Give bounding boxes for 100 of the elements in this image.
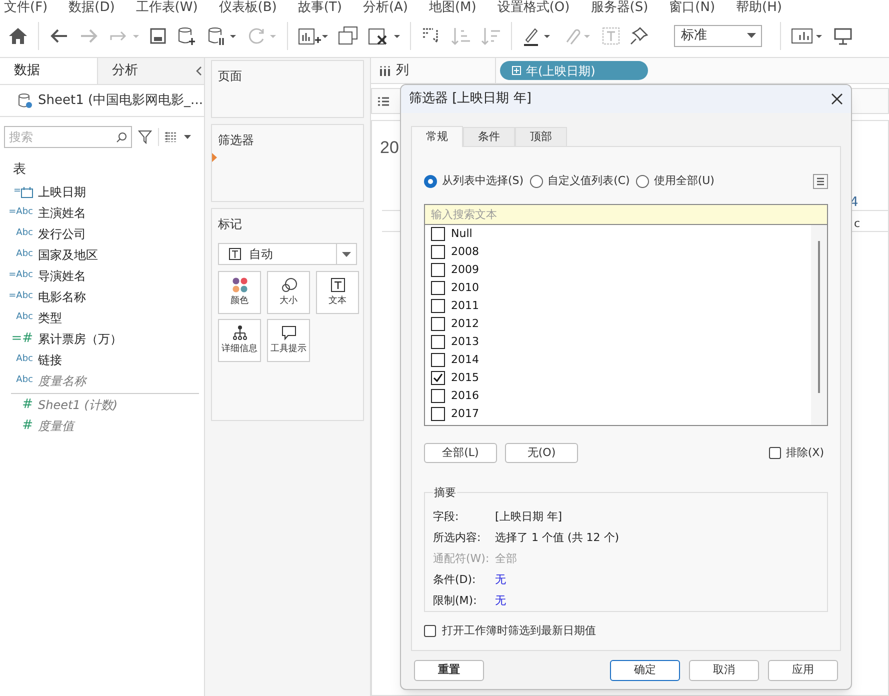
checkbox[interactable] bbox=[431, 263, 445, 277]
field-item[interactable]: 度量值 bbox=[38, 417, 74, 435]
hierarchy-icon bbox=[232, 324, 248, 341]
field-item[interactable]: 度量名称 bbox=[38, 372, 86, 390]
radio-option[interactable]: 自定义值列表(C) bbox=[530, 172, 630, 190]
mark-property-button[interactable]: 大小 bbox=[267, 271, 310, 314]
mark-property-button[interactable]: 详细信息 bbox=[218, 319, 261, 362]
radio-button[interactable] bbox=[636, 174, 649, 188]
pane-tab[interactable]: 分析 bbox=[97, 58, 194, 84]
checkbox[interactable] bbox=[431, 245, 445, 259]
checkbox[interactable] bbox=[431, 389, 445, 403]
data-source-name[interactable]: Sheet1 (中国电影网电影_... bbox=[38, 90, 203, 110]
field-type-label: # bbox=[22, 396, 33, 414]
mark-property-button[interactable]: 颜色 bbox=[218, 271, 261, 314]
field-type-label: =Abc bbox=[8, 206, 33, 220]
menu-item[interactable]: 工作表(W) bbox=[136, 1, 198, 14]
drop-indicator-icon bbox=[212, 153, 217, 162]
save-icon[interactable] bbox=[149, 26, 167, 44]
latest-date-checkbox[interactable]: 打开工作簿时筛选到最新日期值 bbox=[424, 623, 828, 640]
checkbox[interactable] bbox=[431, 281, 445, 295]
field-item[interactable]: 上映日期 bbox=[38, 183, 86, 201]
summary-link[interactable]: 无 bbox=[495, 593, 506, 610]
close-icon[interactable] bbox=[831, 93, 843, 105]
summary-value: [上映日期 年] bbox=[495, 509, 562, 526]
dialog-button[interactable]: 重置 bbox=[414, 660, 484, 681]
list-view-icon[interactable] bbox=[165, 132, 193, 142]
list-item-label: Null bbox=[451, 226, 472, 242]
menu-item[interactable]: 窗口(N) bbox=[669, 1, 716, 14]
select-button[interactable]: 无(O) bbox=[505, 443, 578, 463]
radio-option[interactable]: 从列表中选择(S) bbox=[424, 172, 524, 190]
home-icon[interactable] bbox=[8, 26, 28, 44]
menu-icon[interactable] bbox=[813, 174, 828, 188]
dialog-tab[interactable]: 顶部 bbox=[515, 127, 567, 147]
new-sheet-icon[interactable] bbox=[298, 26, 328, 46]
mark-type-dropdown[interactable]: 自动 bbox=[218, 243, 357, 265]
summary-link[interactable]: 无 bbox=[495, 572, 506, 589]
radio-button[interactable] bbox=[424, 174, 437, 188]
collapse-icon[interactable] bbox=[196, 66, 202, 76]
menu-item[interactable]: 帮助(H) bbox=[736, 1, 782, 14]
back-icon[interactable] bbox=[49, 28, 69, 44]
search-field[interactable]: 搜索 bbox=[4, 126, 132, 148]
menu-item[interactable]: 数据(D) bbox=[68, 1, 115, 14]
select-button[interactable]: 全部(L) bbox=[424, 443, 497, 463]
menu-item[interactable]: 分析(A) bbox=[362, 1, 408, 14]
menu-item[interactable]: 故事(T) bbox=[298, 1, 342, 14]
caret-icon bbox=[747, 33, 756, 38]
summary-label: 字段: bbox=[433, 509, 460, 526]
duplicate-sheet-icon[interactable] bbox=[338, 26, 358, 46]
field-type-label: Abc bbox=[16, 227, 33, 240]
filter-icon[interactable] bbox=[138, 130, 152, 144]
field-item[interactable]: 发行公司 bbox=[38, 225, 86, 243]
field-item[interactable]: 导演姓名 bbox=[38, 267, 86, 285]
list-item-label: 2009 bbox=[451, 262, 479, 278]
card-title: 标记 bbox=[218, 217, 242, 231]
show-me-icon[interactable] bbox=[791, 26, 823, 46]
pin-icon[interactable] bbox=[630, 26, 648, 44]
menu-item[interactable]: 仪表板(B) bbox=[218, 1, 277, 14]
list-item-label: 2012 bbox=[451, 316, 479, 332]
field-item[interactable]: 累计票房（万） bbox=[38, 330, 122, 348]
swap-icon[interactable] bbox=[421, 26, 441, 46]
dialog-button[interactable]: 应用 bbox=[768, 660, 838, 681]
menu-item[interactable]: 服务器(S) bbox=[590, 1, 648, 14]
mark-property-button[interactable]: 文本 bbox=[316, 271, 359, 314]
search-field[interactable]: 输入搜索文本 bbox=[425, 205, 827, 225]
highlight-pen-icon[interactable] bbox=[522, 26, 552, 46]
exclude-checkbox[interactable]: 排除(X) bbox=[768, 444, 824, 462]
shelf-label: 列 bbox=[396, 62, 409, 80]
checkbox[interactable] bbox=[431, 335, 445, 349]
field-item[interactable]: 国家及地区 bbox=[38, 246, 98, 264]
pause-datasource-icon[interactable] bbox=[207, 26, 237, 46]
scrollbar-thumb[interactable] bbox=[818, 241, 820, 393]
menu-item[interactable]: 地图(M) bbox=[428, 1, 476, 14]
checkbox[interactable] bbox=[431, 371, 445, 385]
dialog-tab[interactable]: 常规 bbox=[411, 126, 463, 147]
field-item[interactable]: 类型 bbox=[38, 309, 62, 327]
checkbox[interactable] bbox=[431, 353, 445, 367]
radio-option[interactable]: 使用全部(U) bbox=[636, 172, 714, 190]
checkbox[interactable] bbox=[431, 317, 445, 331]
menu-item[interactable]: 设置格式(O) bbox=[497, 1, 570, 14]
field-item[interactable]: Sheet1 (计数) bbox=[38, 396, 118, 414]
radio-button[interactable] bbox=[530, 174, 543, 188]
field-type-label: = bbox=[13, 185, 21, 198]
caret-icon bbox=[342, 252, 351, 256]
view-size-dropdown[interactable]: 标准 bbox=[674, 24, 762, 46]
dialog-tab[interactable]: 条件 bbox=[463, 127, 515, 147]
new-datasource-icon[interactable] bbox=[177, 26, 197, 46]
size-circles-icon bbox=[280, 276, 296, 293]
mark-property-button[interactable]: 工具提示 bbox=[267, 319, 310, 362]
field-type-label: Abc bbox=[16, 248, 33, 262]
clear-sheet-icon[interactable] bbox=[368, 26, 400, 46]
presentation-icon[interactable] bbox=[833, 26, 853, 46]
dialog-button[interactable]: 取消 bbox=[689, 660, 759, 681]
dialog-button[interactable]: 确定 bbox=[610, 660, 680, 681]
field-item[interactable]: 主演姓名 bbox=[38, 204, 86, 222]
checkbox[interactable] bbox=[431, 407, 445, 421]
field-item[interactable]: 电影名称 bbox=[38, 288, 86, 306]
menu-item[interactable]: 文件(F) bbox=[4, 1, 48, 14]
checkbox[interactable] bbox=[431, 299, 445, 313]
checkbox[interactable] bbox=[431, 227, 445, 241]
field-item[interactable]: 链接 bbox=[38, 351, 62, 369]
